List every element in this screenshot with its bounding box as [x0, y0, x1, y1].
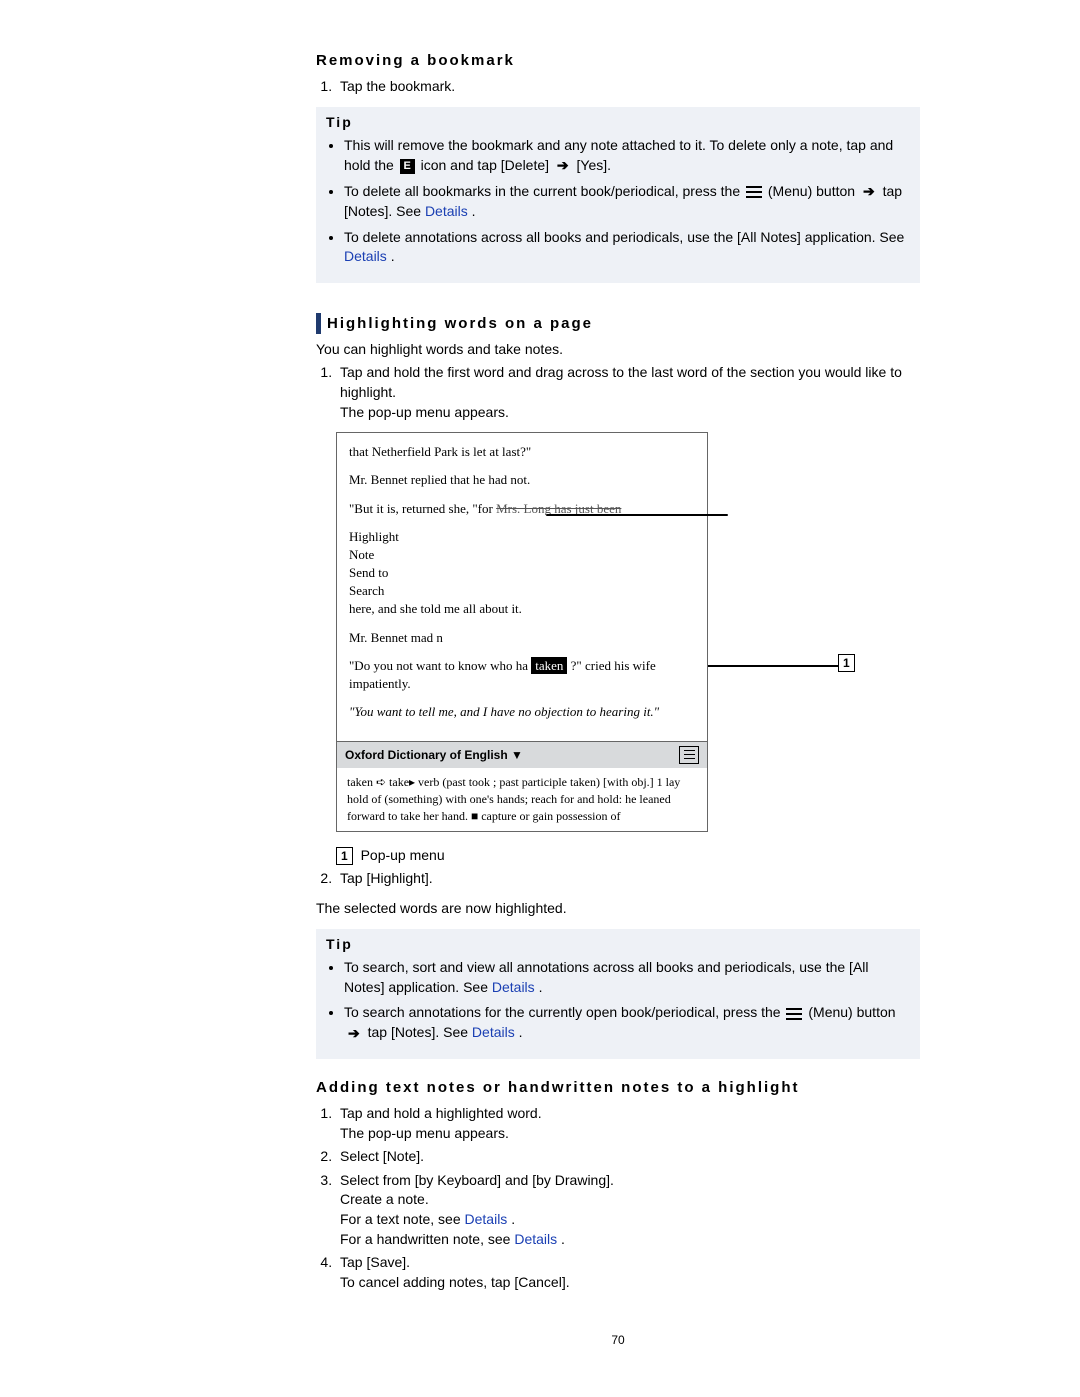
- text: The pop-up menu appears.: [340, 404, 509, 420]
- arrow-icon: ➔: [557, 156, 569, 176]
- text: (Menu) button: [768, 183, 859, 199]
- book-text: Mr. Bennet mad n: [349, 629, 695, 647]
- after-text: The selected words are now highlighted.: [316, 899, 920, 919]
- arrow-icon: ➔: [863, 182, 875, 202]
- text: .: [519, 1024, 523, 1040]
- book-text: "But it is, returned she, "for Mrs. Long…: [349, 500, 695, 518]
- details-link[interactable]: Details: [492, 979, 535, 995]
- popup-menu-screenshot: that Netherfield Park is let at last?" M…: [336, 432, 920, 832]
- tip-list: This will remove the bookmark and any no…: [326, 136, 910, 267]
- text: To delete all bookmarks in the current b…: [344, 183, 744, 199]
- details-link[interactable]: Details: [514, 1231, 557, 1247]
- menu-icon: [746, 185, 762, 199]
- book-text: "You want to tell me, and I have no obje…: [349, 703, 695, 721]
- callout-line: [708, 665, 838, 667]
- popup-search-button[interactable]: Search: [349, 582, 695, 600]
- heading-removing-bookmark: Removing a bookmark: [316, 50, 920, 71]
- text: Tap [Save].: [340, 1254, 410, 1270]
- tip-item: To search, sort and view all annotations…: [344, 958, 910, 997]
- text: For a text note, see: [340, 1211, 465, 1227]
- text: .: [511, 1211, 515, 1227]
- text: To cancel adding notes, tap [Cancel].: [340, 1274, 570, 1290]
- dictionary-bar[interactable]: Oxford Dictionary of English ▼: [337, 741, 707, 768]
- text: icon and tap [Delete]: [421, 157, 553, 173]
- tip-item: To search annotations for the currently …: [344, 1003, 910, 1043]
- details-link[interactable]: Details: [465, 1211, 508, 1227]
- steps-highlighting-2: Tap [Highlight].: [316, 869, 920, 889]
- page-number: 70: [316, 1332, 920, 1349]
- menu-icon: [786, 1007, 802, 1021]
- text: tap [Notes]. See: [368, 1024, 472, 1040]
- steps-highlighting: Tap and hold the first word and drag acr…: [316, 363, 920, 422]
- popup-note-button[interactable]: Note: [349, 546, 695, 564]
- step-item: Tap the bookmark.: [336, 77, 920, 97]
- step-item: Tap and hold a highlighted word. The pop…: [336, 1104, 920, 1143]
- tip-box: Tip This will remove the bookmark and an…: [316, 107, 920, 283]
- text: For a handwritten note, see: [340, 1231, 514, 1247]
- details-link[interactable]: Details: [472, 1024, 515, 1040]
- text: To search, sort and view all annotations…: [344, 959, 869, 995]
- details-link[interactable]: Details: [425, 203, 468, 219]
- steps-adding-notes: Tap and hold a highlighted word. The pop…: [316, 1104, 920, 1292]
- list-icon[interactable]: [679, 746, 699, 764]
- tip-item: This will remove the bookmark and any no…: [344, 136, 910, 176]
- note-icon: E: [400, 159, 415, 174]
- arrow-icon: ➔: [348, 1024, 360, 1044]
- text: Tap and hold a highlighted word.: [340, 1105, 542, 1121]
- popup-menu: [546, 514, 728, 516]
- step-item: Tap [Highlight].: [336, 869, 920, 889]
- tip-title: Tip: [326, 935, 910, 955]
- dictionary-definition: taken ➪ take▸ verb (past took ; past par…: [337, 768, 707, 830]
- tip-box: Tip To search, sort and view all annotat…: [316, 929, 920, 1059]
- text: .: [561, 1231, 565, 1247]
- text: [Yes].: [577, 157, 612, 173]
- text: To delete annotations across all books a…: [344, 229, 904, 245]
- selected-word: taken: [531, 657, 567, 674]
- steps-removing-bookmark: Tap the bookmark.: [316, 77, 920, 97]
- book-text: Mr. Bennet replied that he had not.: [349, 471, 695, 489]
- screenshot-box: that Netherfield Park is let at last?" M…: [336, 432, 708, 832]
- tip-title: Tip: [326, 113, 910, 133]
- text: To search annotations for the currently …: [344, 1004, 784, 1020]
- details-link[interactable]: Details: [344, 248, 387, 264]
- text: Select from [by Keyboard] and [by Drawin…: [340, 1172, 614, 1188]
- tip-item: To delete annotations across all books a…: [344, 228, 910, 267]
- step-item: Select [Note].: [336, 1147, 920, 1167]
- callout-legend: 1 Pop-up menu: [336, 846, 920, 866]
- callout-label: Pop-up menu: [361, 847, 445, 863]
- intro-text: You can highlight words and take notes.: [316, 340, 920, 360]
- dictionary-title: Oxford Dictionary of English ▼: [345, 747, 523, 764]
- callout-number: 1: [838, 654, 855, 673]
- text: (Menu) button: [808, 1004, 895, 1020]
- text: Create a note.: [340, 1191, 429, 1207]
- tip-item: To delete all bookmarks in the current b…: [344, 182, 910, 222]
- book-text: "Do you not want to know who ha taken ?"…: [349, 657, 695, 693]
- callout-number: 1: [336, 847, 353, 866]
- popup-send-button[interactable]: Send to: [349, 564, 695, 582]
- text: Tap and hold the first word and drag acr…: [340, 364, 902, 400]
- heading-adding-notes: Adding text notes or handwritten notes t…: [316, 1077, 920, 1098]
- text: .: [539, 979, 543, 995]
- step-item: Select from [by Keyboard] and [by Drawin…: [336, 1171, 920, 1249]
- step-item: Tap and hold the first word and drag acr…: [336, 363, 920, 422]
- step-item: Tap [Save]. To cancel adding notes, tap …: [336, 1253, 920, 1292]
- text: .: [391, 248, 395, 264]
- tip-list: To search, sort and view all annotations…: [326, 958, 910, 1043]
- text: .: [472, 203, 476, 219]
- book-text: that Netherfield Park is let at last?": [349, 443, 695, 461]
- text: The pop-up menu appears.: [340, 1125, 509, 1141]
- heading-highlighting: Highlighting words on a page: [316, 313, 920, 334]
- popup-highlight-button[interactable]: Highlight: [349, 528, 695, 546]
